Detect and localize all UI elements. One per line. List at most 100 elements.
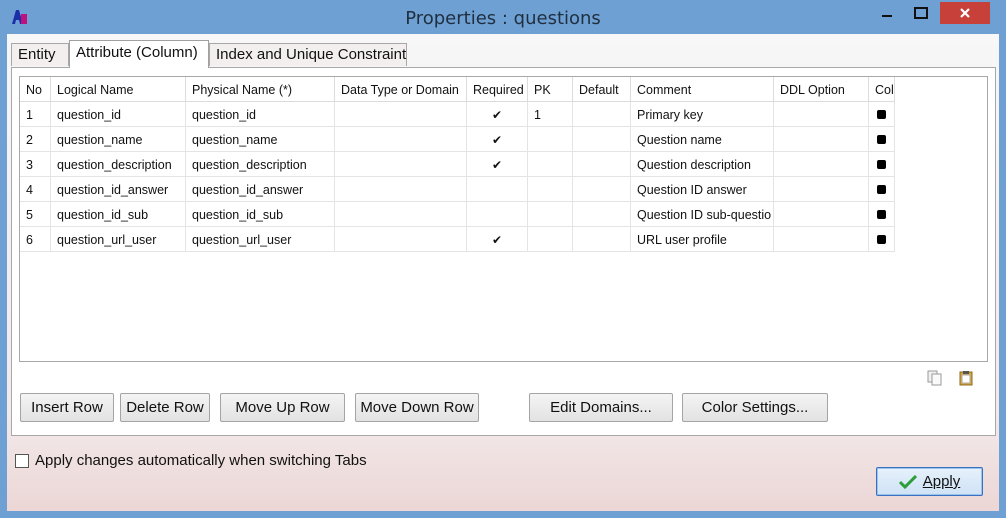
color-swatch[interactable] [877, 185, 886, 194]
cell-default[interactable] [573, 177, 631, 202]
move-down-row-button[interactable]: Move Down Row [355, 393, 479, 422]
cell-color[interactable] [869, 227, 895, 252]
cell-color[interactable] [869, 102, 895, 127]
insert-row-button[interactable]: Insert Row [20, 393, 114, 422]
apply-button[interactable]: Apply [876, 467, 983, 496]
cell-default[interactable] [573, 127, 631, 152]
tab-attribute-column[interactable]: Attribute (Column) [69, 40, 209, 68]
cell-comment[interactable]: Primary key [631, 102, 774, 127]
cell-physical-name[interactable]: question_id_answer [186, 177, 335, 202]
cell-pk[interactable] [528, 127, 573, 152]
cell-data-type[interactable] [335, 227, 467, 252]
column-header-ddl-option[interactable]: DDL Option [774, 77, 869, 102]
cell-logical-name[interactable]: question_id_sub [51, 202, 186, 227]
cell-color[interactable] [869, 152, 895, 177]
cell-physical-name[interactable]: question_id [186, 102, 335, 127]
color-settings-button[interactable]: Color Settings... [682, 393, 828, 422]
cell-data-type[interactable] [335, 152, 467, 177]
color-swatch[interactable] [877, 160, 886, 169]
color-swatch[interactable] [877, 235, 886, 244]
column-header-no[interactable]: No [20, 77, 51, 102]
column-header-data-type[interactable]: Data Type or Domain [335, 77, 467, 102]
cell-pk[interactable] [528, 202, 573, 227]
table-row[interactable]: 5 question_id_sub question_id_sub Question … [20, 202, 895, 227]
paste-icon[interactable] [958, 370, 974, 386]
cell-logical-name[interactable]: question_description [51, 152, 186, 177]
cell-ddl-option[interactable] [774, 152, 869, 177]
column-header-comment[interactable]: Comment [631, 77, 774, 102]
cell-logical-name[interactable]: question_id_answer [51, 177, 186, 202]
cell-no[interactable]: 1 [20, 102, 51, 127]
cell-comment[interactable]: Question name [631, 127, 774, 152]
cell-data-type[interactable] [335, 127, 467, 152]
tab-entity[interactable]: Entity [11, 43, 69, 66]
cell-ddl-option[interactable] [774, 227, 869, 252]
cell-no[interactable]: 4 [20, 177, 51, 202]
attribute-grid[interactable]: No Logical Name Physical Name (*) Data T… [19, 76, 988, 362]
minimize-button[interactable] [870, 0, 904, 26]
table-row[interactable]: 1 question_id question_id ✔ 1 Primary key [20, 102, 895, 127]
cell-required[interactable]: ✔ [467, 227, 528, 252]
cell-pk[interactable] [528, 152, 573, 177]
delete-row-button[interactable]: Delete Row [120, 393, 210, 422]
table-row[interactable]: 4 question_id_answer question_id_answer Que… [20, 177, 895, 202]
cell-required[interactable]: ✔ [467, 152, 528, 177]
cell-logical-name[interactable]: question_name [51, 127, 186, 152]
color-swatch[interactable] [877, 135, 886, 144]
column-header-default[interactable]: Default [573, 77, 631, 102]
copy-icon[interactable] [927, 370, 943, 386]
cell-comment[interactable]: Question description [631, 152, 774, 177]
column-header-pk[interactable]: PK [528, 77, 573, 102]
cell-comment[interactable]: Question ID answer [631, 177, 774, 202]
cell-ddl-option[interactable] [774, 202, 869, 227]
edit-domains-button[interactable]: Edit Domains... [529, 393, 673, 422]
cell-no[interactable]: 6 [20, 227, 51, 252]
color-swatch[interactable] [877, 210, 886, 219]
cell-physical-name[interactable]: question_description [186, 152, 335, 177]
cell-default[interactable] [573, 227, 631, 252]
cell-required[interactable]: ✔ [467, 127, 528, 152]
cell-comment[interactable]: URL user profile [631, 227, 774, 252]
cell-data-type[interactable] [335, 202, 467, 227]
cell-data-type[interactable] [335, 177, 467, 202]
cell-no[interactable]: 3 [20, 152, 51, 177]
move-up-row-button[interactable]: Move Up Row [220, 393, 345, 422]
cell-logical-name[interactable]: question_url_user [51, 227, 186, 252]
cell-pk[interactable] [528, 227, 573, 252]
cell-color[interactable] [869, 127, 895, 152]
cell-required[interactable]: ✔ [467, 102, 528, 127]
column-header-color[interactable]: Colo [869, 77, 895, 102]
cell-no[interactable]: 2 [20, 127, 51, 152]
cell-required[interactable] [467, 202, 528, 227]
title-bar[interactable]: Properties : questions [0, 0, 1006, 34]
cell-pk[interactable]: 1 [528, 102, 573, 127]
cell-ddl-option[interactable] [774, 127, 869, 152]
cell-default[interactable] [573, 102, 631, 127]
cell-default[interactable] [573, 202, 631, 227]
column-header-physical-name[interactable]: Physical Name (*) [186, 77, 335, 102]
color-swatch[interactable] [877, 110, 886, 119]
table-row[interactable]: 3 question_description question_descriptio… [20, 152, 895, 177]
cell-physical-name[interactable]: question_url_user [186, 227, 335, 252]
cell-comment[interactable]: Question ID sub-questio [631, 202, 774, 227]
close-button[interactable] [940, 2, 990, 24]
table-row[interactable]: 6 question_url_user question_url_user ✔ URL … [20, 227, 895, 252]
cell-data-type[interactable] [335, 102, 467, 127]
cell-no[interactable]: 5 [20, 202, 51, 227]
cell-color[interactable] [869, 202, 895, 227]
cell-default[interactable] [573, 152, 631, 177]
auto-apply-checkbox[interactable] [15, 453, 29, 468]
cell-color[interactable] [869, 177, 895, 202]
cell-required[interactable] [467, 177, 528, 202]
auto-apply-option[interactable]: Apply changes automatically when switchi… [15, 452, 367, 469]
table-row[interactable]: 2 question_name question_name ✔ Question nam… [20, 127, 895, 152]
cell-pk[interactable] [528, 177, 573, 202]
cell-physical-name[interactable]: question_id_sub [186, 202, 335, 227]
column-header-required[interactable]: Required [467, 77, 528, 102]
cell-ddl-option[interactable] [774, 102, 869, 127]
cell-logical-name[interactable]: question_id [51, 102, 186, 127]
maximize-button[interactable] [904, 0, 938, 26]
cell-physical-name[interactable]: question_name [186, 127, 335, 152]
tab-index-unique-constraint[interactable]: Index and Unique Constraint [209, 43, 407, 66]
column-header-logical-name[interactable]: Logical Name [51, 77, 186, 102]
